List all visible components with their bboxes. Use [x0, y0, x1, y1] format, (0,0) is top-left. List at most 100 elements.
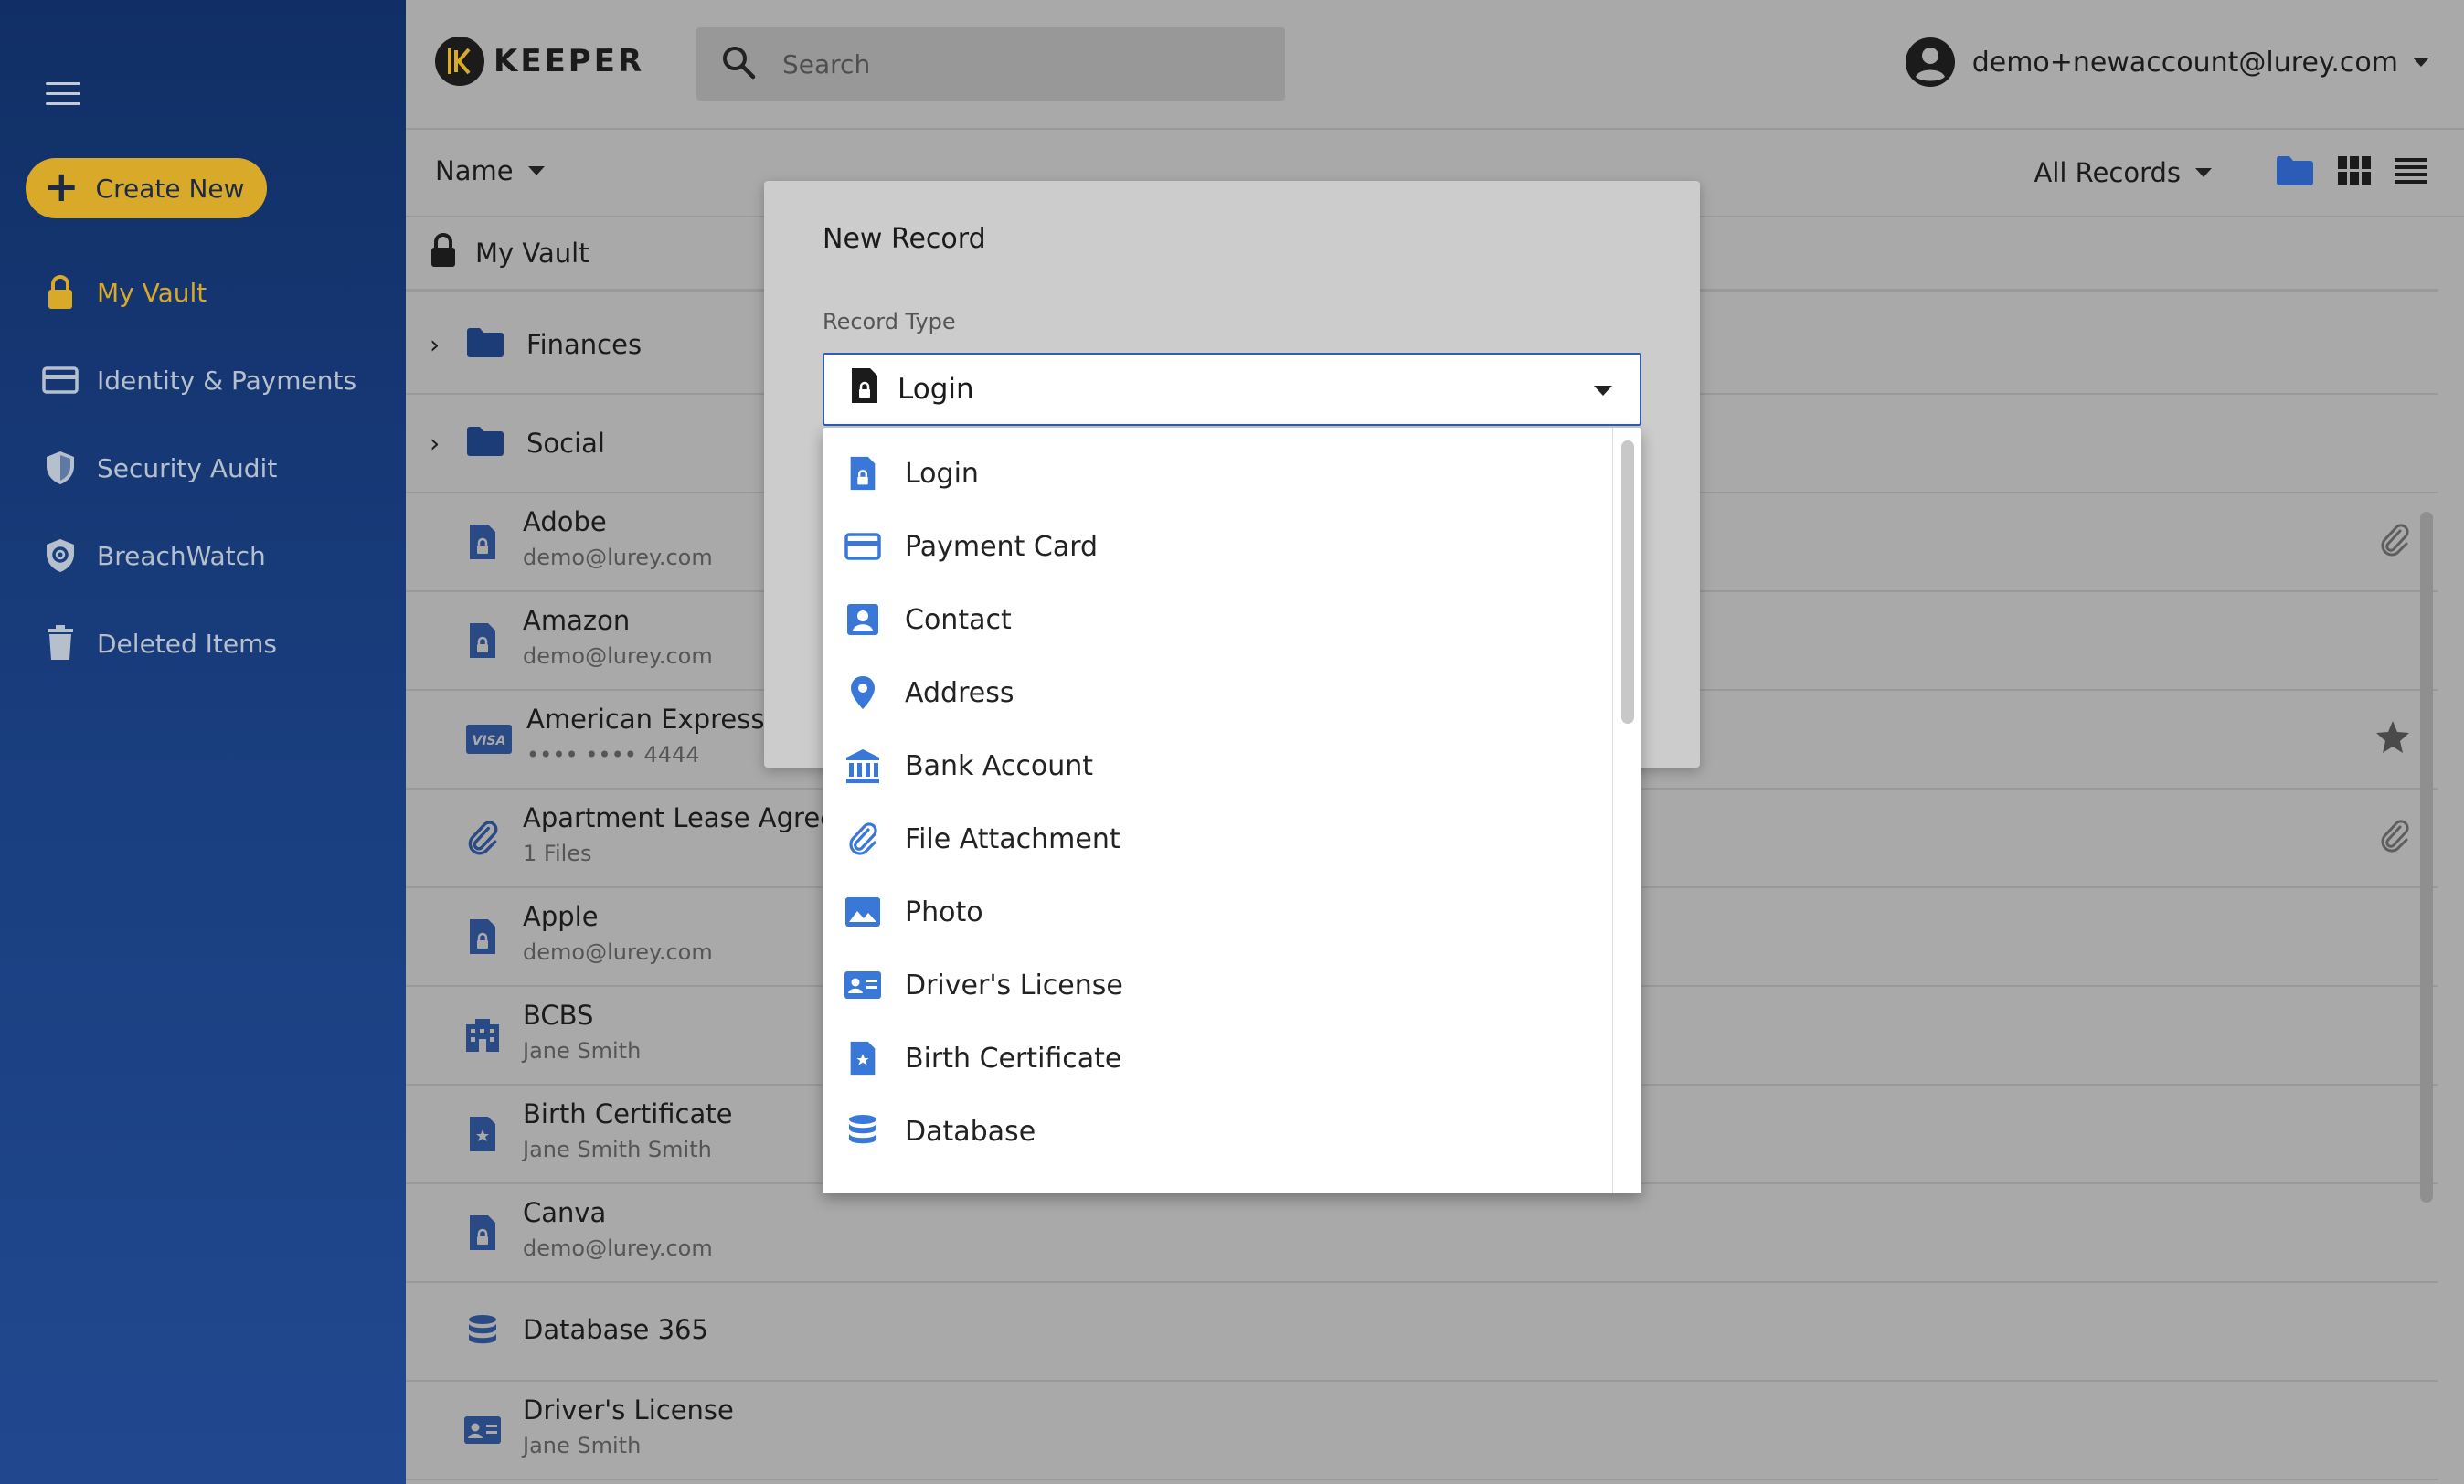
filter-label: All Records [2034, 157, 2181, 188]
record-subtitle: demo@lurey.com [523, 545, 713, 570]
view-switcher [2276, 155, 2427, 190]
record-row[interactable]: Canva demo@lurey.com [406, 1184, 2438, 1283]
sort-dropdown[interactable]: Name [435, 155, 545, 186]
dialog-title: New Record [823, 223, 986, 255]
record-title: American Express [526, 704, 765, 735]
menu-icon[interactable] [46, 82, 80, 106]
building-icon [462, 1015, 503, 1055]
sidebar-item-label: My Vault [97, 277, 207, 308]
menu-scrollbar-thumb[interactable] [1621, 440, 1634, 724]
lock-icon [430, 232, 457, 275]
account-menu[interactable]: demo+newaccount@lurey.com [1905, 37, 2429, 88]
login-record-icon [850, 366, 879, 412]
menu-item-login[interactable]: Login [823, 437, 1609, 510]
selected-record-type: Login [897, 373, 974, 406]
sidebar-item-identity-payments[interactable]: Identity & Payments [42, 357, 356, 403]
record-title: Amazon [523, 605, 631, 636]
paperclip-icon [462, 818, 503, 858]
certificate-icon [462, 1114, 503, 1154]
bank-icon [843, 746, 883, 786]
trash-icon [42, 625, 79, 662]
avatar [1905, 37, 1956, 88]
chevron-right-icon[interactable]: › [430, 330, 440, 360]
filter-dropdown[interactable]: All Records [2034, 157, 2212, 188]
record-title: BCBS [523, 1000, 594, 1031]
menu-item-label: Birth Certificate [905, 1042, 1122, 1075]
sidebar-item-deleted-items[interactable]: Deleted Items [42, 620, 277, 666]
login-record-icon [462, 1213, 503, 1253]
login-record-icon [462, 522, 503, 562]
record-type-select[interactable]: Login [823, 353, 1641, 426]
menu-item-contact[interactable]: Contact [823, 583, 1609, 656]
logo-text: KEEPER [494, 43, 645, 80]
folder-view-icon[interactable] [2276, 155, 2314, 190]
record-type-label: Record Type [823, 309, 956, 334]
list-scrollbar[interactable] [2420, 512, 2433, 1203]
menu-scrollbar-track[interactable] [1612, 428, 1641, 1193]
location-pin-icon [843, 673, 883, 713]
menu-item-label: Database [905, 1115, 1036, 1148]
account-email: demo+newaccount@lurey.com [1971, 46, 2398, 79]
menu-item-label: Bank Account [905, 749, 1094, 782]
menu-item-bank-account[interactable]: Bank Account [823, 729, 1609, 802]
chevron-right-icon[interactable]: › [430, 429, 440, 459]
login-record-icon [843, 453, 883, 493]
create-new-button[interactable]: + Create New [26, 158, 267, 218]
record-subtitle: Jane Smith [523, 1038, 642, 1064]
chevron-down-icon [1594, 386, 1612, 396]
paperclip-icon[interactable] [2378, 818, 2411, 858]
sidebar: + Create New My Vault Identity & Payment… [0, 0, 406, 1484]
search-input[interactable] [782, 48, 1258, 80]
paperclip-icon [843, 819, 883, 859]
record-row[interactable]: Database 365 [406, 1283, 2438, 1382]
menu-item-label: Login [905, 457, 979, 490]
login-record-icon [462, 620, 503, 661]
menu-item-label: Driver's License [905, 969, 1123, 1002]
search-box[interactable] [696, 27, 1285, 101]
menu-item-file-attachment[interactable]: File Attachment [823, 802, 1609, 875]
menu-item-address[interactable]: Address [823, 656, 1609, 729]
record-subtitle: demo@lurey.com [523, 1235, 713, 1261]
menu-item-database[interactable]: Database [823, 1095, 1609, 1168]
keeper-logo[interactable]: KEEPER [435, 37, 644, 86]
breachwatch-icon [42, 537, 79, 574]
chevron-down-icon [527, 166, 545, 175]
folder-icon [466, 426, 504, 461]
card-icon [42, 362, 79, 398]
chevron-down-icon [2413, 58, 2429, 67]
folder-icon [466, 327, 504, 362]
plus-icon: + [44, 162, 80, 211]
card-icon [843, 526, 883, 567]
database-icon [843, 1111, 883, 1151]
record-title: Database 365 [523, 1314, 708, 1345]
paperclip-icon[interactable] [2378, 522, 2411, 562]
lock-icon [42, 274, 79, 311]
sidebar-item-security-audit[interactable]: Security Audit [42, 445, 277, 491]
record-subtitle: 1 Files [523, 841, 592, 866]
star-icon[interactable] [2374, 719, 2411, 759]
record-title: Birth Certificate [523, 1098, 733, 1129]
sidebar-item-my-vault[interactable]: My Vault [42, 270, 207, 315]
record-title: Driver's License [523, 1394, 734, 1426]
menu-item-drivers-license[interactable]: Driver's License [823, 949, 1609, 1022]
sidebar-item-breachwatch[interactable]: BreachWatch [42, 533, 266, 578]
sidebar-item-label: BreachWatch [97, 540, 266, 571]
sort-label: Name [435, 155, 514, 186]
contact-icon [843, 599, 883, 640]
create-new-label: Create New [95, 173, 245, 204]
menu-item-payment-card[interactable]: Payment Card [823, 510, 1609, 583]
record-subtitle: •••• •••• 4444 [526, 742, 700, 768]
certificate-icon [843, 1038, 883, 1078]
menu-item-label: Photo [905, 896, 983, 928]
menu-item-label: Contact [905, 603, 1012, 636]
record-row[interactable]: Driver's License Jane Smith [406, 1382, 2438, 1480]
list-view-icon[interactable] [2395, 157, 2427, 188]
record-title: Apple [523, 901, 599, 932]
menu-item-photo[interactable]: Photo [823, 875, 1609, 949]
menu-item-birth-certificate[interactable]: Birth Certificate [823, 1022, 1609, 1095]
record-type-menu: Login Payment Card Contact Address Bank … [823, 428, 1641, 1193]
visa-icon: VISA [466, 719, 512, 759]
record-title: Adobe [523, 506, 607, 537]
menu-item-label: File Attachment [905, 822, 1120, 855]
grid-view-icon[interactable] [2338, 156, 2371, 189]
